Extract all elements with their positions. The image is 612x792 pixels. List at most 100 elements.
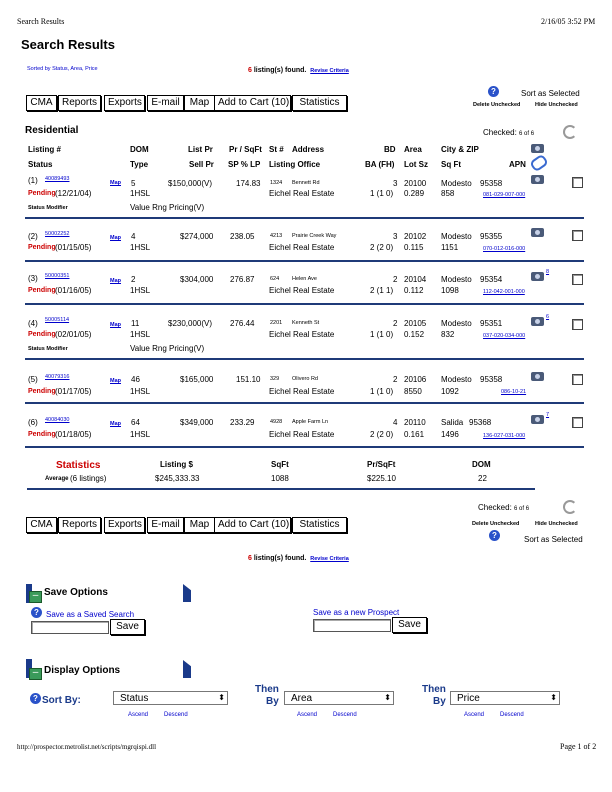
reports-button[interactable]: Reports [58, 517, 101, 533]
section-corner-icon [183, 660, 191, 678]
map-link[interactable]: Map [110, 421, 121, 427]
save-search-button[interactable]: Save [110, 619, 145, 635]
collapse-save-options-icon[interactable]: – [29, 591, 42, 603]
help-icon[interactable]: ? [31, 607, 42, 618]
ascend-link[interactable]: Ascend [128, 712, 148, 718]
add-to-cart-button[interactable]: Add to Cart (10) [214, 517, 291, 533]
descend-link[interactable]: Descend [333, 712, 357, 718]
help-icon[interactable]: ? [30, 693, 41, 704]
sort-by-select[interactable]: Status ⬍ [113, 691, 228, 705]
ascend-link[interactable]: Ascend [297, 712, 317, 718]
photo-icon[interactable] [531, 272, 544, 281]
listing-number-link[interactable]: 40084030 [45, 417, 69, 423]
row-checkbox[interactable] [572, 230, 583, 241]
listing-number-link[interactable]: 50005114 [45, 317, 69, 323]
prospect-name-input[interactable] [313, 619, 391, 632]
sort-as-selected[interactable]: Sort as Selected [521, 89, 580, 98]
map-link[interactable]: Map [110, 180, 121, 186]
lot-size: 0.161 [404, 430, 425, 439]
statistics-button[interactable]: Statistics [292, 95, 347, 111]
ascend-link[interactable]: Ascend [464, 712, 484, 718]
map-link[interactable]: Map [110, 278, 121, 284]
apn-link[interactable]: 136-027-031-000 [483, 433, 525, 439]
add-to-cart-button[interactable]: Add to Cart (10) [214, 95, 291, 111]
refresh-icon[interactable] [563, 125, 577, 139]
save-options-title: Save Options [44, 587, 108, 598]
status-date: (12/21/04) [55, 189, 92, 198]
save-search-label: Save as a Saved Search [46, 610, 135, 619]
map-link[interactable]: Map [110, 378, 121, 384]
row-checkbox[interactable] [572, 374, 583, 385]
reports-button[interactable]: Reports [58, 95, 101, 111]
listing-number-link[interactable]: 40089493 [45, 176, 69, 182]
apn-link[interactable]: 081-029-007-000 [483, 192, 525, 198]
exports-button[interactable]: Exports [104, 517, 145, 533]
sqft: 1098 [441, 286, 459, 295]
photo-icon[interactable] [531, 175, 544, 184]
bathrooms: 1 (1 0) [370, 387, 394, 396]
photo-icon[interactable] [531, 372, 544, 381]
bedrooms: 2 [393, 375, 398, 384]
email-button[interactable]: E-mail [147, 517, 184, 533]
revise-criteria-link[interactable]: Revise Criteria [310, 68, 349, 74]
cma-button[interactable]: CMA [26, 95, 57, 111]
hdr-status: Status [28, 160, 53, 169]
area: 20110 [404, 418, 426, 427]
photo-icon[interactable] [531, 317, 544, 326]
listing-number-link[interactable]: 50002252 [45, 231, 69, 237]
type: 1HSL [130, 189, 151, 198]
refresh-icon[interactable] [563, 500, 577, 514]
photo-icon[interactable] [531, 415, 544, 424]
listing-office: Eichel Real Estate [269, 189, 335, 198]
price-per-sqft: 276.87 [230, 275, 255, 284]
section-residential: Residential [25, 125, 79, 136]
photo-count[interactable]: 6 [546, 314, 549, 320]
row-checkbox[interactable] [572, 177, 583, 188]
apn-link[interactable]: 086-10-21 [501, 389, 526, 395]
sort-as-selected[interactable]: Sort as Selected [524, 535, 583, 544]
descend-link[interactable]: Descend [500, 712, 524, 718]
apn-link[interactable]: 070-012-016-000 [483, 246, 525, 252]
sqft: 858 [441, 189, 455, 198]
cma-button[interactable]: CMA [26, 517, 57, 533]
apn-link[interactable]: 112-042-001-000 [483, 289, 525, 295]
city: Modesto [441, 275, 472, 284]
saved-search-name-input[interactable] [31, 621, 109, 634]
statistics-button[interactable]: Statistics [292, 517, 347, 533]
stat-dom-value: 22 [478, 474, 487, 483]
revise-criteria-link[interactable]: Revise Criteria [310, 556, 349, 562]
save-prospect-button[interactable]: Save [392, 617, 427, 633]
photo-count[interactable]: 7 [546, 412, 549, 418]
hide-unchecked-button[interactable]: Hide Unchecked [535, 521, 578, 527]
apn-link[interactable]: 037-020-034-000 [483, 333, 525, 339]
map-button[interactable]: Map [184, 95, 215, 111]
map-button[interactable]: Map [184, 517, 215, 533]
status-date: (01/16/05) [55, 286, 92, 295]
photo-icon[interactable] [531, 228, 544, 237]
bedrooms: 3 [393, 179, 398, 188]
delete-unchecked-button[interactable]: Delete Unchecked [473, 102, 520, 108]
collapse-display-options-icon[interactable]: – [29, 668, 42, 680]
help-icon[interactable]: ? [489, 530, 500, 541]
then-by-select-1[interactable]: Area ⬍ [284, 691, 394, 705]
help-icon[interactable]: ? [488, 86, 499, 97]
map-link[interactable]: Map [110, 235, 121, 241]
listing-number-link[interactable]: 50000351 [45, 273, 69, 279]
row-checkbox[interactable] [572, 417, 583, 428]
hide-unchecked-button[interactable]: Hide Unchecked [535, 102, 578, 108]
area: 20106 [404, 375, 427, 384]
email-button[interactable]: E-mail [147, 95, 184, 111]
descend-link[interactable]: Descend [164, 712, 188, 718]
then-by-select-2[interactable]: Price ⬍ [450, 691, 560, 705]
row-checkbox[interactable] [572, 274, 583, 285]
hdr-address: Address [292, 145, 325, 154]
street-name: Kenneth St [292, 320, 320, 326]
listing-number-link[interactable]: 40079316 [45, 374, 69, 380]
exports-button[interactable]: Exports [104, 95, 145, 111]
photo-count[interactable]: 8 [546, 269, 549, 275]
row-checkbox[interactable] [572, 319, 583, 330]
map-link[interactable]: Map [110, 322, 121, 328]
section-corner-icon [183, 584, 191, 602]
checked-count-top: Checked: 6 of 6 [483, 128, 535, 137]
delete-unchecked-button[interactable]: Delete Unchecked [472, 521, 519, 527]
